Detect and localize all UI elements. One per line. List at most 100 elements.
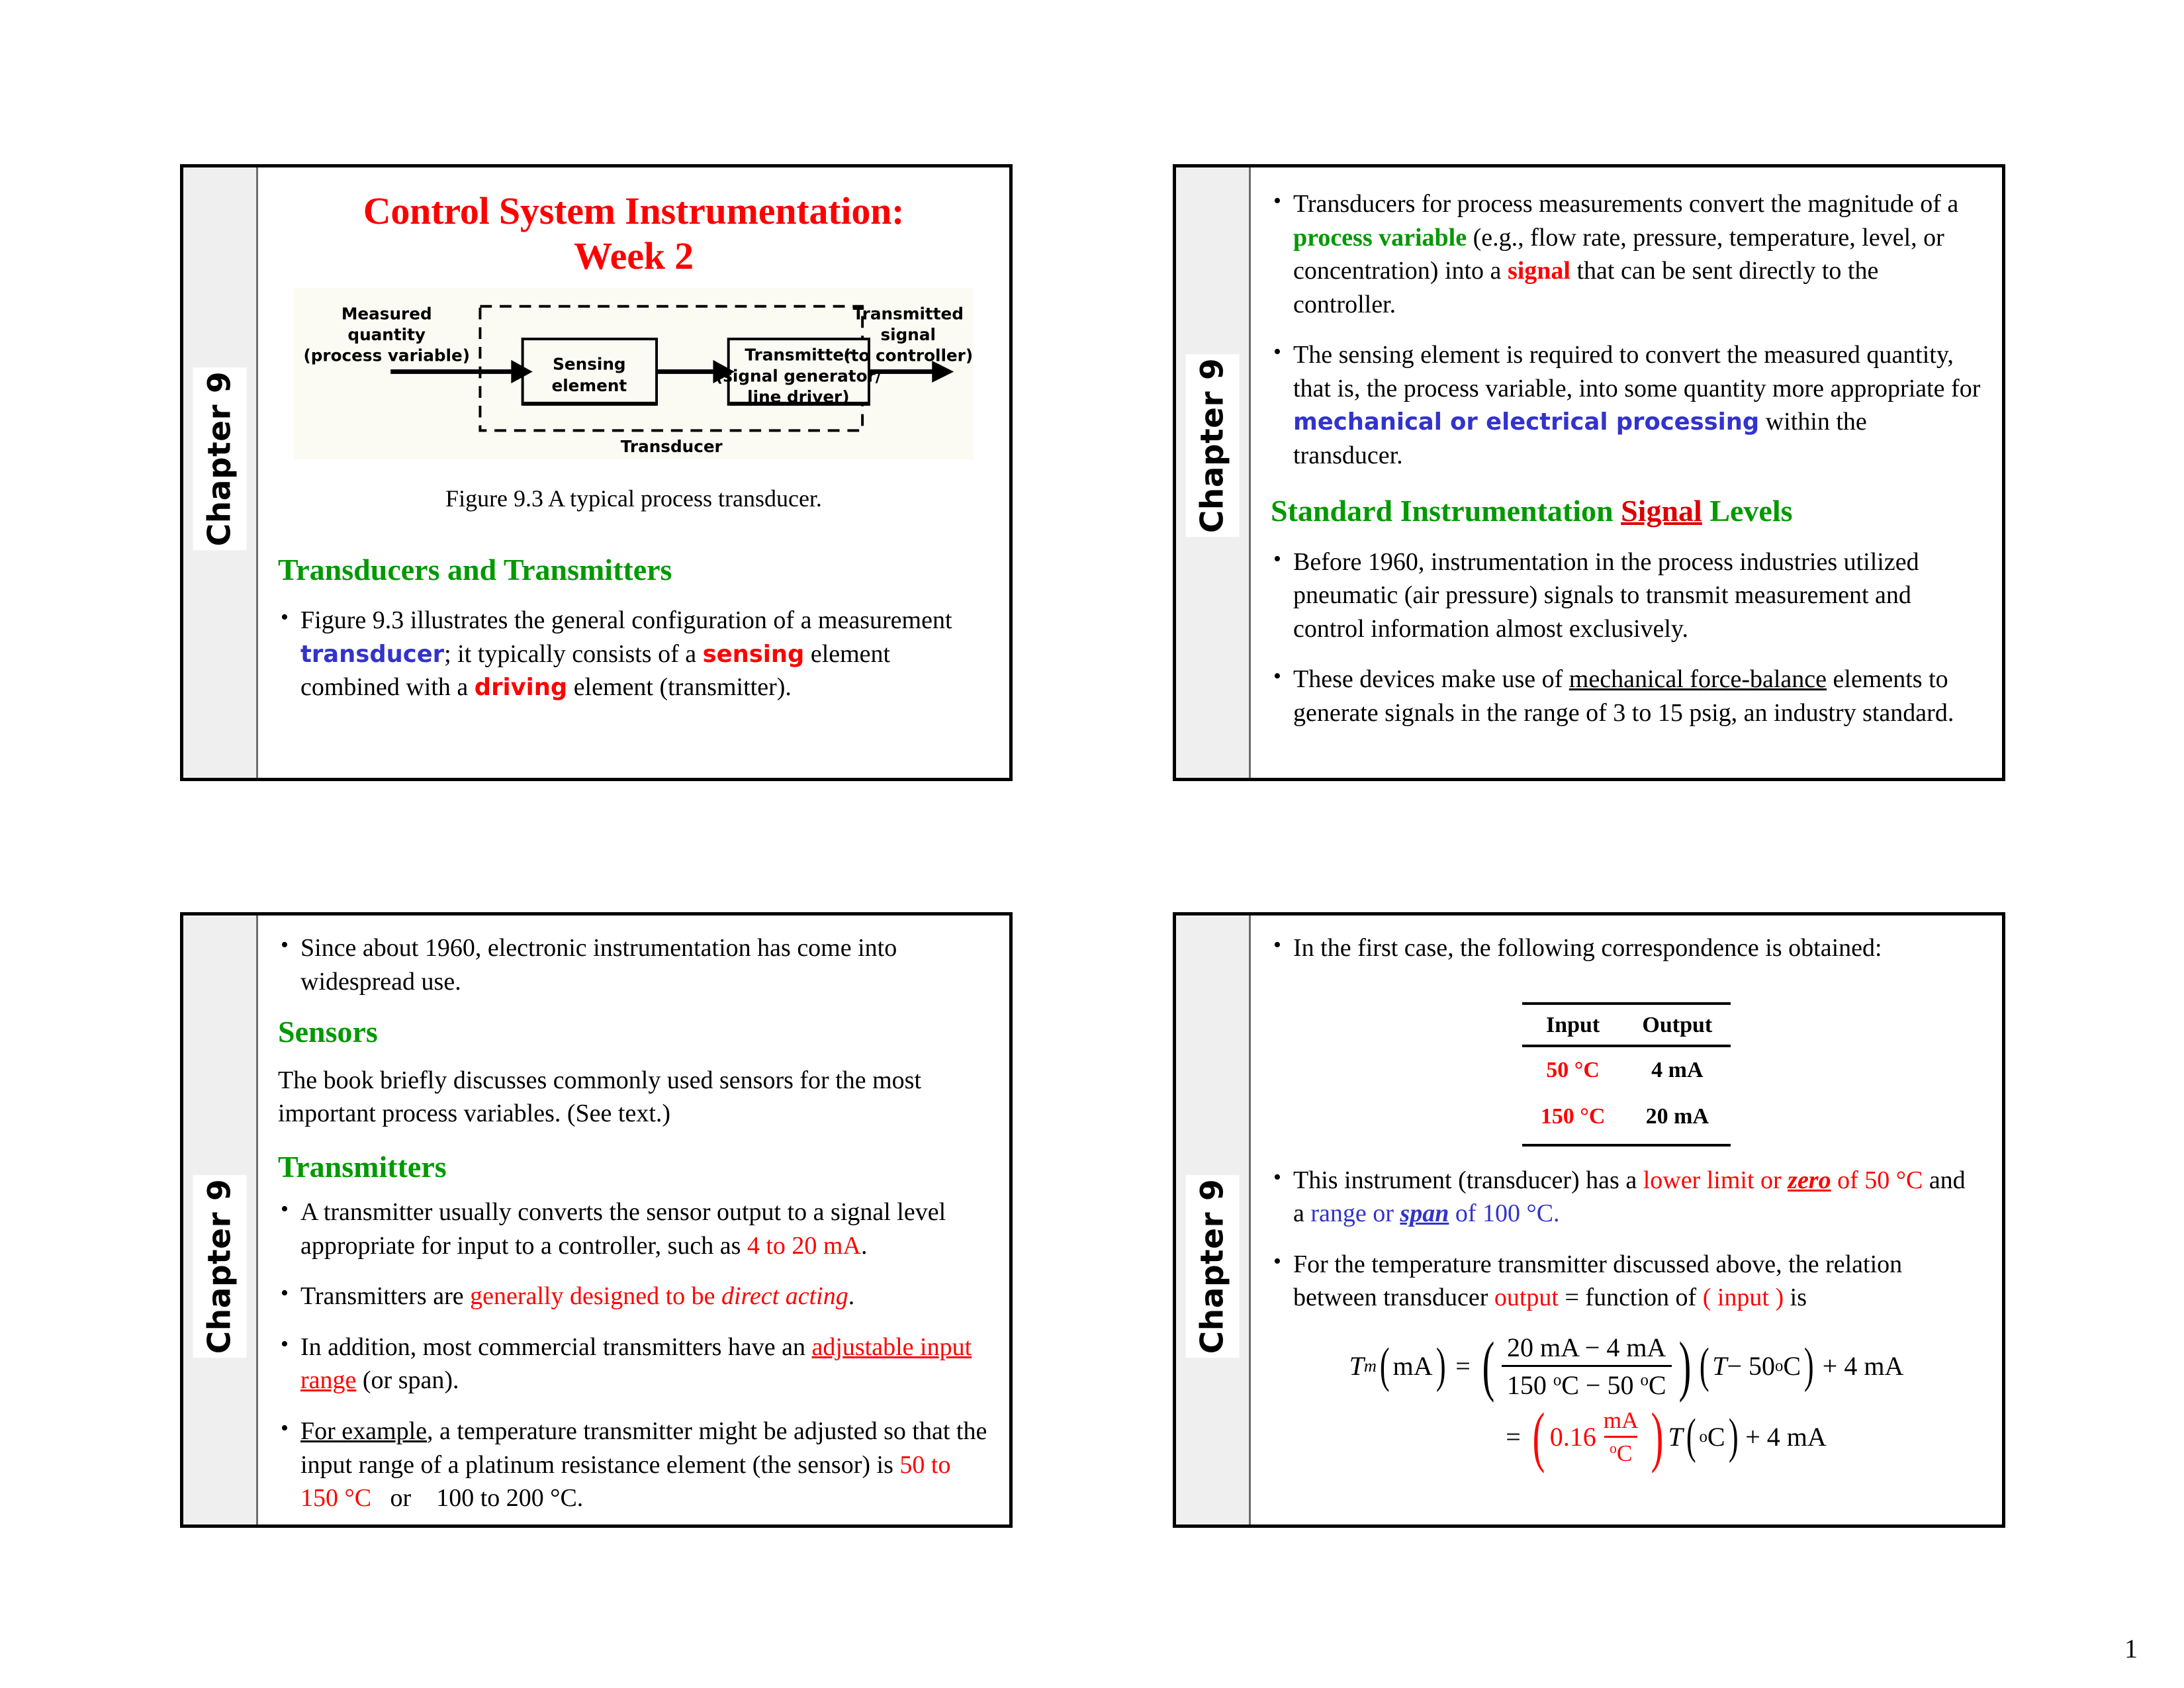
emphasis-lower-limit: lower limit or xyxy=(1643,1166,1788,1194)
eq1-den-c: C xyxy=(1648,1370,1666,1400)
chapter-label: Chapter 9 xyxy=(193,367,247,551)
cell-output-1: 4 mA xyxy=(1651,1057,1704,1082)
degree-icon: o xyxy=(1640,1371,1649,1389)
emphasis-range: range or xyxy=(1310,1199,1400,1228)
list-item: Before 1960, instrumentation in the proc… xyxy=(1271,544,1982,646)
bullet-list: Transducers for process measurements con… xyxy=(1271,186,1982,472)
slide-sidebar: Chapter 9 xyxy=(1176,167,1251,778)
bullet-text-part2: ; it typically consists of a xyxy=(444,639,703,668)
eq1-lhs-var: T xyxy=(1349,1351,1364,1382)
bullet-text-part4: of 100 °C. xyxy=(1449,1199,1560,1228)
cell-input-1: 50 °C xyxy=(1546,1057,1600,1082)
bullet-list: Figure 9.3 illustrates the general confi… xyxy=(278,602,989,704)
bullet-text-part1: The sensing element is required to conve… xyxy=(1293,341,1981,402)
eq2-numerator: mA xyxy=(1603,1407,1639,1433)
bullet-list-2: This instrument (transducer) has a lower… xyxy=(1271,1162,1982,1315)
bullet-text-part1: In addition, most commercial transmitter… xyxy=(300,1333,812,1361)
sensors-paragraph: The book briefly discusses commonly used… xyxy=(278,1066,922,1128)
cell-output-2: 20 mA xyxy=(1623,1093,1731,1147)
eq1-term-var: T xyxy=(1712,1351,1727,1382)
eq1-term-rest: − 50 xyxy=(1727,1351,1776,1382)
bullet-text-part3: is xyxy=(1784,1284,1807,1312)
list-item: In the first case, the following corresp… xyxy=(1271,930,1982,965)
table-row: Input Output xyxy=(1522,1002,1731,1047)
bullet-text-part2: or 100 to 200 °C. xyxy=(371,1484,584,1513)
heading-standard-instrumentation-signal-levels: Standard Instrumentation Signal Levels xyxy=(1271,494,1982,528)
emphasis-sensing: sensing xyxy=(702,640,805,668)
eq1-tail: + 4 mA xyxy=(1822,1351,1904,1382)
heading-sensors: Sensors xyxy=(278,1015,378,1049)
chapter-label: Chapter 9 xyxy=(1185,353,1240,538)
table-body: 50 °C 4 mA 150 °C 20 mA xyxy=(1522,1046,1731,1147)
bullet-text-part2: = function of xyxy=(1558,1284,1703,1312)
table-row: 50 °C 4 mA xyxy=(1522,1046,1731,1094)
paren-open-icon: ( xyxy=(1699,1338,1709,1393)
figure-label-measured: Measured xyxy=(341,304,432,323)
figure-label-signal: signal xyxy=(880,325,935,344)
eq2-fraction: mA oC xyxy=(1598,1407,1644,1467)
emphasis-mechanical-force-balance: mechanical force-balance xyxy=(1569,665,1827,694)
figure-label-transmitted: Transmitted xyxy=(853,304,964,323)
eq1-numerator: 20 mA − 4 mA xyxy=(1507,1332,1666,1362)
column-header-input: Input xyxy=(1522,1002,1624,1047)
eq2-den-unit: C xyxy=(1616,1440,1633,1466)
slide-content: Control System Instrumentation: Week 2 M… xyxy=(258,167,1009,778)
list-item: For example, a temperature transmitter m… xyxy=(278,1413,989,1515)
bullet-text-part2: . xyxy=(848,1282,855,1311)
emphasis-driving: driving xyxy=(474,674,568,702)
bullet-text-part1: Transmitters are xyxy=(300,1282,471,1311)
column-header-output: Output xyxy=(1623,1002,1731,1047)
paren-close-icon: ) xyxy=(1678,1328,1691,1403)
eq2-coefficient: 0.16 xyxy=(1549,1422,1596,1452)
paren-open-icon: ( xyxy=(1686,1409,1696,1464)
heading-part-1: Standard Instrumentation xyxy=(1271,494,1621,528)
bullet-text-part1: Transducers for process measurements con… xyxy=(1293,190,1959,218)
figure-label-process-variable: (process variable) xyxy=(303,346,470,365)
list-item: Since about 1960, electronic instrumenta… xyxy=(278,930,989,998)
slide-content: Transducers for process measurements con… xyxy=(1251,167,2002,778)
eq1-den-b: C − 50 xyxy=(1561,1370,1641,1400)
table-row: 150 °C 20 mA xyxy=(1522,1093,1731,1147)
heading-part-2: Levels xyxy=(1702,494,1793,528)
figure-box-sensing: Sensing xyxy=(553,354,625,373)
emphasis-signal: signal xyxy=(1507,257,1570,285)
slide-content: In the first case, the following corresp… xyxy=(1251,915,2002,1524)
slide-sidebar: Chapter 9 xyxy=(183,915,258,1524)
bullet-text-part1: This instrument (transducer) has a xyxy=(1293,1166,1643,1194)
paren-open-icon: ( xyxy=(1532,1399,1545,1474)
eq2-var: T xyxy=(1668,1422,1683,1452)
list-item: These devices make use of mechanical for… xyxy=(1271,661,1982,729)
degree-icon: o xyxy=(1609,1440,1617,1456)
transducer-diagram-svg: Measured quantity (process variable) Sen… xyxy=(294,291,974,457)
eq2-denominator: oC xyxy=(1604,1435,1638,1467)
paren-open-icon: ( xyxy=(1482,1328,1495,1403)
input-output-table: Input Output 50 °C 4 mA 150 °C 20 mA xyxy=(1522,1002,1731,1147)
bullet-text-part2: (or span). xyxy=(356,1366,459,1395)
bullet-list-2: A transmitter usually converts the senso… xyxy=(278,1194,989,1515)
figure-label-quantity: quantity xyxy=(347,325,426,344)
emphasis-input: ( input ) xyxy=(1702,1284,1784,1312)
slide-bottom-left: Chapter 9 Since about 1960, electronic i… xyxy=(180,912,1013,1528)
figure-box-transmitter: Transmitter xyxy=(745,345,852,364)
bullet-list: In the first case, the following corresp… xyxy=(1271,930,1982,965)
eq1-term-unit: C xyxy=(1783,1351,1801,1382)
eq1-lhs-sub: m xyxy=(1363,1356,1377,1376)
degree-icon: o xyxy=(1553,1371,1562,1389)
list-item: The sensing element is required to conve… xyxy=(1271,337,1982,472)
paren-close-icon: ) xyxy=(1804,1338,1814,1393)
list-item: Figure 9.3 illustrates the general confi… xyxy=(278,602,989,704)
paren-close-icon: ) xyxy=(1435,1338,1446,1393)
transducer-figure: Measured quantity (process variable) Sen… xyxy=(294,287,974,459)
degree-icon: o xyxy=(1699,1427,1707,1446)
emphasis-generally-designed: generally designed to be xyxy=(470,1282,721,1311)
equation-block: Tm (mA) = ( 20 mA − 4 mA 150 oC − 50 oC … xyxy=(1271,1328,1982,1474)
figure-label-transducer: Transducer xyxy=(621,437,723,456)
bullet-text-part1: These devices make use of xyxy=(1293,665,1569,694)
heading-transducers-and-transmitters: Transducers and Transmitters xyxy=(278,552,672,586)
emphasis-process-variable: process variable xyxy=(1293,223,1467,252)
eq2-var-unit: C xyxy=(1707,1422,1725,1452)
emphasis-for-example: For example xyxy=(300,1417,428,1445)
list-item: A transmitter usually converts the senso… xyxy=(278,1194,989,1262)
chapter-label: Chapter 9 xyxy=(193,1174,247,1358)
page-number: 1 xyxy=(2124,1634,2138,1664)
